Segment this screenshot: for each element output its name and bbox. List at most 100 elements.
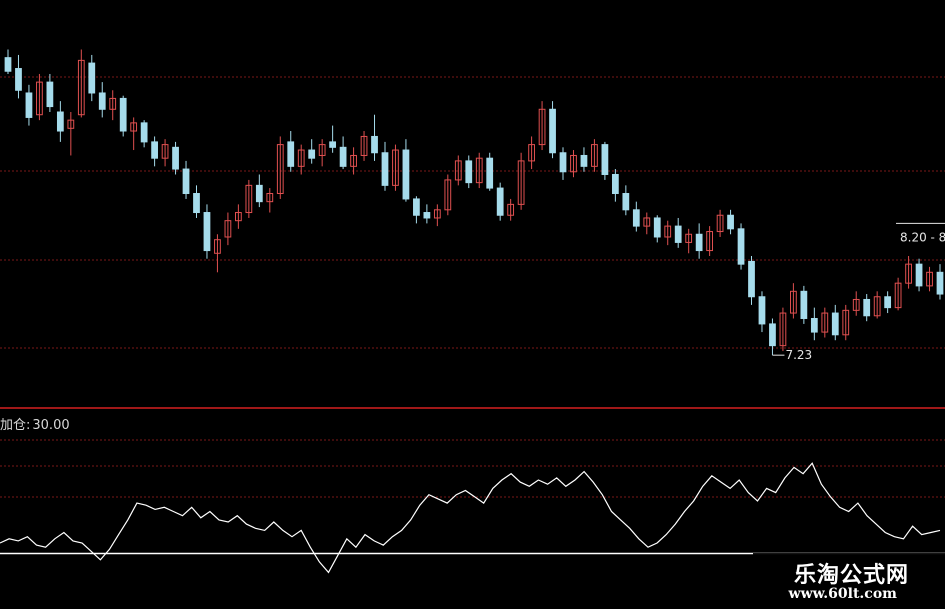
candle[interactable] — [371, 114, 378, 161]
candle[interactable] — [339, 136, 347, 170]
candle[interactable] — [936, 264, 944, 300]
candle[interactable] — [622, 185, 630, 216]
candle[interactable] — [831, 304, 839, 341]
candle[interactable] — [632, 201, 640, 232]
candle[interactable] — [454, 155, 462, 186]
candle[interactable] — [800, 285, 808, 324]
candle[interactable] — [276, 136, 284, 199]
candle[interactable] — [496, 182, 504, 221]
candle[interactable] — [182, 160, 190, 199]
candle[interactable] — [413, 196, 420, 224]
candle[interactable] — [570, 150, 577, 178]
candle[interactable] — [852, 291, 860, 316]
candle[interactable] — [46, 73, 54, 112]
candle[interactable] — [161, 139, 169, 167]
candle[interactable] — [433, 204, 441, 227]
candle[interactable] — [15, 54, 22, 99]
candle[interactable] — [926, 266, 933, 292]
candle[interactable] — [266, 188, 274, 213]
candle[interactable] — [611, 169, 619, 202]
candle[interactable] — [821, 307, 829, 338]
candle[interactable] — [517, 152, 525, 210]
low-price-label: 7.23 — [785, 348, 812, 362]
candle[interactable] — [172, 141, 179, 175]
candle[interactable] — [643, 212, 651, 235]
candle[interactable] — [842, 304, 850, 341]
candle[interactable] — [507, 198, 515, 221]
candle[interactable] — [245, 179, 253, 218]
candle[interactable] — [193, 185, 200, 218]
candle[interactable] — [318, 139, 326, 167]
watermark: 乐淘公式网 www.60lt.com — [753, 553, 945, 609]
candle-body — [371, 135, 378, 154]
candle[interactable] — [894, 277, 902, 311]
candle[interactable] — [664, 220, 672, 246]
candle[interactable] — [685, 228, 693, 254]
candle[interactable] — [402, 139, 410, 202]
candle[interactable] — [77, 49, 85, 118]
candle[interactable] — [235, 204, 242, 229]
candle[interactable] — [748, 256, 755, 305]
candle[interactable] — [905, 256, 912, 289]
candle[interactable] — [790, 283, 797, 319]
candle[interactable] — [25, 84, 33, 126]
candle[interactable] — [56, 101, 64, 142]
candle[interactable] — [109, 90, 117, 121]
candle-body — [56, 111, 64, 132]
candle[interactable] — [737, 223, 745, 270]
candle[interactable] — [779, 307, 787, 352]
candle[interactable] — [360, 131, 368, 161]
candle[interactable] — [559, 147, 567, 180]
candle[interactable] — [769, 318, 776, 356]
candle[interactable] — [423, 204, 431, 224]
candle[interactable] — [67, 112, 75, 156]
candle[interactable] — [486, 152, 494, 191]
candle[interactable] — [873, 291, 881, 319]
candle-body — [402, 149, 410, 200]
candle[interactable] — [119, 95, 127, 137]
candle[interactable] — [140, 120, 148, 148]
candle[interactable] — [444, 174, 452, 216]
candle[interactable] — [716, 209, 724, 237]
candle[interactable] — [528, 136, 535, 170]
candle[interactable] — [224, 212, 232, 246]
candle[interactable] — [329, 125, 337, 153]
candle[interactable] — [381, 141, 389, 191]
candle-body — [151, 141, 158, 159]
candle[interactable] — [88, 54, 96, 102]
candle[interactable] — [297, 144, 305, 175]
candle[interactable] — [350, 147, 357, 175]
candle[interactable] — [475, 152, 483, 189]
candle[interactable] — [706, 226, 713, 256]
candle[interactable] — [915, 258, 923, 292]
candle[interactable] — [758, 291, 766, 333]
candle[interactable] — [549, 101, 556, 159]
candle[interactable] — [653, 215, 661, 243]
candle[interactable] — [465, 155, 473, 189]
candle[interactable] — [727, 209, 734, 235]
candle[interactable] — [695, 223, 703, 259]
candle[interactable] — [98, 82, 106, 118]
candle[interactable] — [538, 101, 546, 151]
candle[interactable] — [151, 136, 158, 167]
candle-body — [119, 97, 127, 132]
candle[interactable] — [214, 234, 221, 273]
candlestick-series[interactable] — [4, 49, 944, 356]
candle[interactable] — [810, 307, 818, 341]
candle[interactable] — [4, 49, 12, 74]
candle[interactable] — [863, 294, 871, 322]
candle[interactable] — [591, 139, 598, 172]
candle[interactable] — [130, 117, 138, 151]
candle[interactable] — [287, 131, 295, 172]
candle[interactable] — [255, 174, 263, 208]
candle[interactable] — [36, 73, 43, 121]
candle[interactable] — [601, 141, 609, 180]
candle[interactable] — [203, 204, 211, 259]
candle[interactable] — [392, 144, 399, 191]
candle-body — [936, 271, 944, 295]
candle[interactable] — [884, 291, 892, 314]
candle[interactable] — [580, 147, 588, 172]
candle[interactable] — [308, 139, 316, 164]
candle[interactable] — [674, 217, 682, 248]
candle-body — [549, 108, 556, 154]
